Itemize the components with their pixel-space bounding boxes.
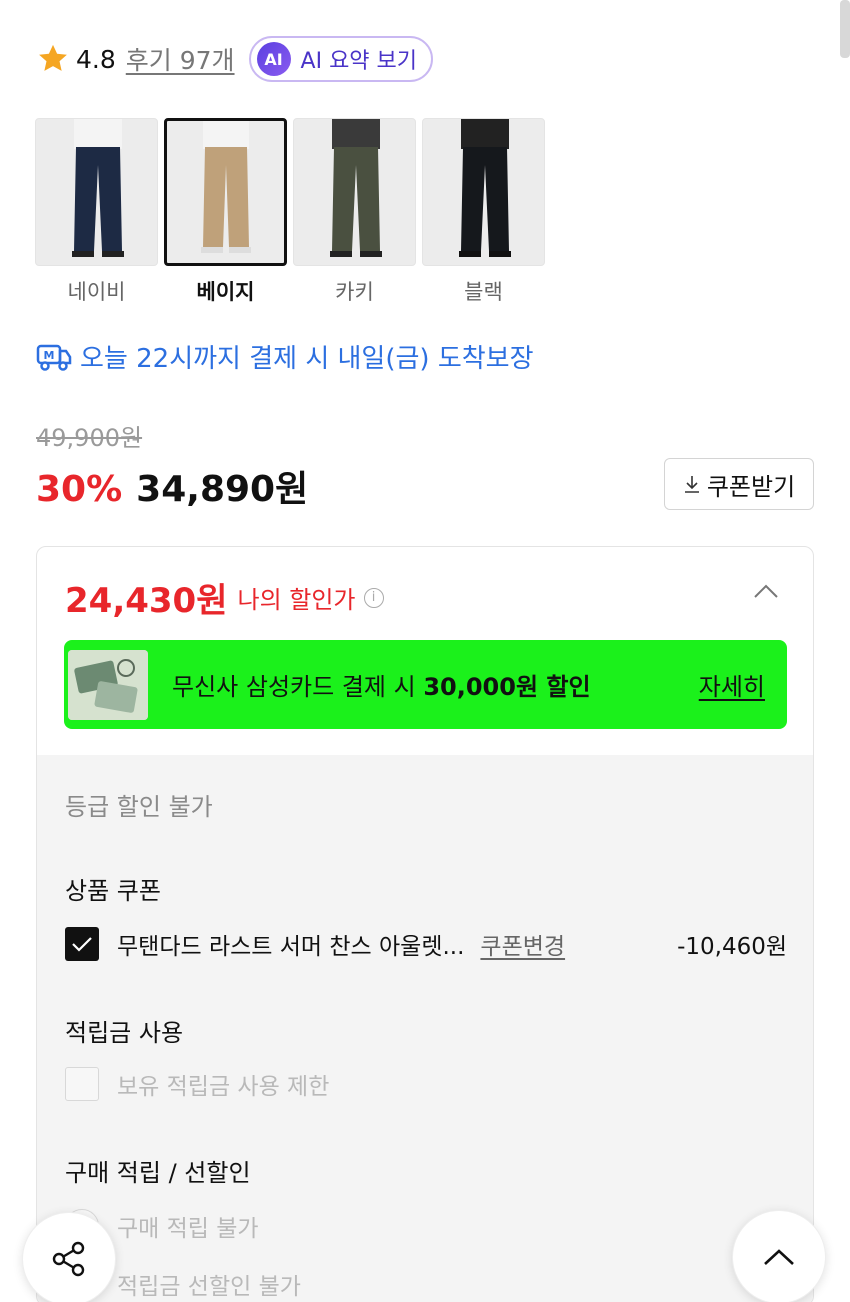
points-option: 보유 적립금 사용 제한 [117, 1074, 330, 1100]
star-icon [39, 44, 67, 71]
color-option-beige[interactable]: 베이지 [164, 118, 287, 306]
change-coupon-link[interactable]: 쿠폰변경 [480, 927, 565, 961]
rating-score: 4.8 [76, 44, 116, 74]
get-coupon-label: 쿠폰받기 [706, 472, 796, 501]
color-options: 네이비 베이지 카키 블랙 [35, 118, 551, 306]
delivery-truck-icon: M [36, 344, 72, 371]
ai-summary-button[interactable]: AI AI 요약 보기 [248, 36, 434, 82]
share-icon [52, 1241, 85, 1277]
review-count-link[interactable]: 후기 97개 [126, 41, 235, 77]
color-name: 카키 [335, 280, 374, 304]
product-thumbnail [35, 118, 158, 266]
color-option-navy[interactable]: 네이비 [35, 118, 158, 306]
coupon-name: 무탠다드 라스트 서머 찬스 아울렛... [117, 934, 465, 960]
info-icon[interactable]: i [363, 587, 384, 608]
check-icon [72, 937, 92, 952]
svg-text:M: M [44, 349, 55, 362]
my-price-row: 24,430원 나의 할인가 i [65, 573, 384, 622]
card-promo-detail-link[interactable]: 자세히 [699, 667, 765, 702]
sale-price: 34,890원 [136, 469, 309, 510]
points-checkbox[interactable] [65, 1067, 99, 1101]
purchase-reward-title: 구매 적립 / 선할인 [65, 1159, 251, 1187]
purchase-reward-option: 구매 적립 불가 [117, 1216, 259, 1242]
product-coupon-row: 무탠다드 라스트 서머 찬스 아울렛... 쿠폰변경 -10,460원 [65, 927, 787, 961]
scroll-to-top-button[interactable] [732, 1210, 826, 1302]
benefit-card: 24,430원 나의 할인가 i 무신사 삼성카드 결제 시 30,000원 할… [36, 546, 814, 1302]
coupon-checkbox[interactable] [65, 927, 99, 961]
rating-row: 4.8 후기 97개 AI AI 요약 보기 [36, 36, 434, 82]
discount-details: 등급 할인 불가 상품 쿠폰 무탠다드 라스트 서머 찬스 아울렛... 쿠폰변… [37, 755, 813, 1302]
my-discount-price: 24,430원 [65, 581, 228, 621]
product-thumbnail [293, 118, 416, 266]
price-row: 30% 34,890원 [36, 460, 308, 512]
original-price: 49,900원 [36, 424, 143, 452]
chevron-up-icon[interactable] [753, 583, 779, 599]
delivery-guarantee: M 오늘 22시까지 결제 시 내일(금) 도착보장 [36, 338, 534, 375]
purchase-reward-row: 구매 적립 불가 [65, 1209, 787, 1243]
card-promo-image [68, 649, 148, 720]
ai-icon: AI [256, 42, 291, 76]
color-name: 블랙 [464, 280, 503, 304]
card-promo-banner[interactable]: 무신사 삼성카드 결제 시 30,000원 할인 자세히 [64, 640, 787, 729]
pre-discount-option: 적립금 선할인 불가 [117, 1274, 301, 1300]
coupon-amount: -10,460원 [677, 934, 787, 960]
get-coupon-button[interactable]: 쿠폰받기 [664, 458, 814, 510]
color-option-khaki[interactable]: 카키 [293, 118, 416, 306]
color-name: 네이비 [67, 280, 126, 304]
product-coupon-title: 상품 쿠폰 [65, 877, 161, 905]
points-title: 적립금 사용 [65, 1019, 184, 1047]
pre-discount-row: 적립금 선할인 불가 [65, 1267, 787, 1301]
points-row: 보유 적립금 사용 제한 [65, 1067, 787, 1101]
color-name: 베이지 [196, 280, 255, 304]
color-option-black[interactable]: 블랙 [422, 118, 545, 306]
scrollbar[interactable] [840, 0, 850, 58]
card-promo-text: 무신사 삼성카드 결제 시 30,000원 할인 [172, 673, 591, 701]
discount-rate: 30% [36, 469, 123, 510]
share-button[interactable] [22, 1212, 116, 1302]
delivery-text: 오늘 22시까지 결제 시 내일(금) 도착보장 [80, 344, 534, 374]
my-discount-label: 나의 할인가 [237, 586, 356, 614]
product-thumbnail [164, 118, 287, 266]
grade-discount-status: 등급 할인 불가 [65, 793, 213, 821]
ai-summary-label: AI 요약 보기 [300, 49, 418, 74]
download-icon [684, 476, 699, 493]
product-thumbnail [422, 118, 545, 266]
chevron-up-icon [764, 1249, 794, 1265]
